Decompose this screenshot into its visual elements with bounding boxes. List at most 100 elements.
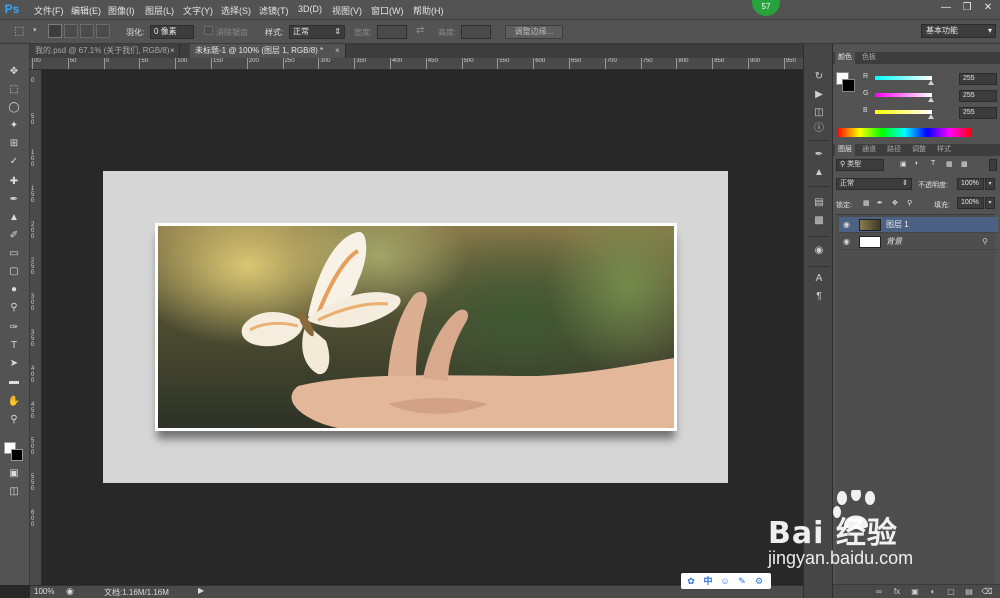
new-group-icon[interactable]: ▢	[945, 586, 957, 598]
properties-icon[interactable]: ◉	[811, 244, 827, 258]
path-select-tool-icon[interactable]: ➤	[5, 356, 23, 372]
tab-swatches[interactable]: 色板	[859, 52, 879, 64]
height-input[interactable]	[461, 25, 491, 39]
marquee-tool-preset-icon[interactable]: ⬚	[14, 24, 24, 37]
menu-3d[interactable]: 3D(D)	[298, 4, 322, 14]
visibility-eye-icon[interactable]: ◉	[843, 217, 850, 233]
green-knob[interactable]	[928, 97, 934, 102]
layer-kind-filter[interactable]: ⚲ 类型	[836, 159, 884, 171]
swatches-icon[interactable]: ▩	[811, 214, 827, 228]
menu-help[interactable]: 帮助(H)	[413, 4, 444, 17]
status-info-icon[interactable]: ◉	[66, 586, 74, 597]
opacity-input[interactable]: 100%	[957, 178, 984, 190]
filter-type-icon[interactable]: T	[931, 160, 935, 167]
new-selection-icon[interactable]	[48, 24, 62, 38]
workspace-select[interactable]: 基本功能 ▾	[921, 24, 996, 38]
rect-marquee-tool-icon[interactable]: ⬚	[5, 82, 23, 98]
close-tab-icon[interactable]: ×	[335, 44, 340, 58]
menu-view[interactable]: 视图(V)	[332, 4, 362, 17]
filter-smart-icon[interactable]: ▩	[961, 160, 968, 168]
expand-status-icon[interactable]: ▶	[198, 586, 204, 595]
eraser-tool-icon[interactable]: ▭	[5, 246, 23, 262]
clone-stamp-tool-icon[interactable]: ▲	[5, 210, 23, 226]
lock-transparent-icon[interactable]: ▦	[863, 199, 870, 207]
info-icon[interactable]: ⓘ	[811, 122, 827, 136]
menu-layer[interactable]: 图层(L)	[145, 4, 174, 17]
menu-file[interactable]: 文件(F)	[34, 4, 64, 17]
tab-paths[interactable]: 路径	[884, 144, 904, 156]
delete-layer-icon[interactable]: ⌫	[981, 586, 993, 598]
zoom-tool-icon[interactable]: ⚲	[5, 412, 23, 428]
handwriting-icon[interactable]: ✎	[734, 573, 750, 589]
menu-select[interactable]: 选择(S)	[221, 4, 251, 17]
chevron-down-icon[interactable]: ▾	[985, 197, 995, 209]
brush-tool-icon[interactable]: ✒	[5, 192, 23, 208]
rectangle-tool-icon[interactable]: ▬	[5, 374, 23, 390]
settings-gear-icon[interactable]: ⚙	[751, 573, 767, 589]
antialias-checkbox[interactable]	[204, 26, 213, 35]
quick-mask-icon[interactable]: ▣	[5, 466, 23, 482]
tab-styles[interactable]: 样式	[934, 144, 954, 156]
visibility-eye-icon[interactable]: ◉	[843, 234, 850, 250]
lock-all-icon[interactable]: ⚲	[907, 199, 912, 207]
tab-document-2[interactable]: 未标题-1 @ 100% (图层 1, RGB/8) * ×	[190, 44, 346, 58]
tab-layers[interactable]: 图层	[835, 144, 855, 156]
menu-edit[interactable]: 编辑(E)	[71, 4, 101, 17]
close-tab-icon[interactable]: ×	[170, 44, 175, 58]
hand-tool-icon[interactable]: ✋	[5, 394, 23, 410]
swap-icon[interactable]: ⇄	[416, 25, 424, 36]
tab-adjustments[interactable]: 调整	[909, 144, 929, 156]
ime-mode-chinese[interactable]: 中	[700, 573, 716, 589]
red-track[interactable]	[875, 76, 932, 80]
new-layer-icon[interactable]: ▤	[963, 586, 975, 598]
blue-value[interactable]: 255	[959, 107, 997, 119]
close-window-icon[interactable]: ✕	[978, 0, 998, 16]
style-select[interactable]: 正常 ⇕	[289, 25, 345, 39]
layer-1-photo-frame[interactable]	[155, 223, 677, 431]
emoji-icon[interactable]: ☺	[717, 573, 733, 589]
layer-comps-icon[interactable]: ◫	[811, 106, 827, 120]
blue-knob[interactable]	[928, 114, 934, 119]
layer-row-layer-1[interactable]: ◉ 图层 1	[839, 217, 998, 233]
chevron-down-icon[interactable]: ▾	[985, 178, 995, 190]
actions-play-icon[interactable]: ▶	[811, 88, 827, 102]
menu-image[interactable]: 图像(I)	[108, 4, 135, 17]
screen-mode-icon[interactable]: ◫	[5, 484, 23, 500]
clone-source-icon[interactable]: ▲	[811, 166, 827, 180]
layer-row-background[interactable]: ◉ 背景 ⚲	[839, 234, 998, 250]
menu-window[interactable]: 窗口(W)	[371, 4, 404, 17]
zoom-level[interactable]: 100%	[34, 587, 54, 596]
refine-edge-button[interactable]: 调整边缘...	[505, 25, 563, 39]
red-value[interactable]: 255	[959, 73, 997, 85]
dodge-tool-icon[interactable]: ⚲	[5, 300, 23, 316]
filter-adjustment-icon[interactable]: ◐	[915, 160, 919, 167]
lock-paint-icon[interactable]: ✒	[877, 199, 883, 207]
link-layers-icon[interactable]: ∞	[873, 586, 885, 598]
quick-select-tool-icon[interactable]: ✦	[5, 118, 23, 134]
subtract-selection-icon[interactable]	[80, 24, 94, 38]
feather-input[interactable]: 0 像素	[150, 25, 194, 39]
width-input[interactable]	[377, 25, 407, 39]
intersect-selection-icon[interactable]	[96, 24, 110, 38]
blue-track[interactable]	[875, 110, 932, 114]
blend-mode-select[interactable]: 正常 ⇕	[836, 178, 912, 190]
lasso-tool-icon[interactable]: ◯	[5, 100, 23, 116]
blue-slider[interactable]: B 255	[861, 107, 1000, 121]
restore-icon[interactable]: ❐	[957, 0, 977, 16]
green-slider[interactable]: G 255	[861, 90, 1000, 104]
minimize-icon[interactable]: —	[936, 0, 956, 16]
character-icon[interactable]: A	[811, 272, 827, 286]
healing-brush-tool-icon[interactable]: ✚	[5, 174, 23, 190]
green-value[interactable]: 255	[959, 90, 997, 102]
filter-toggle[interactable]	[989, 159, 997, 171]
adjustment-layer-icon[interactable]: ◐	[927, 586, 939, 598]
color-spectrum[interactable]	[837, 128, 972, 137]
crop-tool-icon[interactable]: ⊞	[5, 136, 23, 152]
eyedropper-tool-icon[interactable]: ✓	[5, 154, 23, 170]
tab-document-1[interactable]: 我的.psd @ 67.1% (关于我们, RGB/8) ×	[30, 44, 180, 58]
type-tool-icon[interactable]: T	[5, 338, 23, 354]
background-color-swatch[interactable]	[842, 79, 855, 92]
red-slider[interactable]: R 255	[861, 73, 1000, 87]
red-knob[interactable]	[928, 80, 934, 85]
add-mask-icon[interactable]: ▣	[909, 586, 921, 598]
